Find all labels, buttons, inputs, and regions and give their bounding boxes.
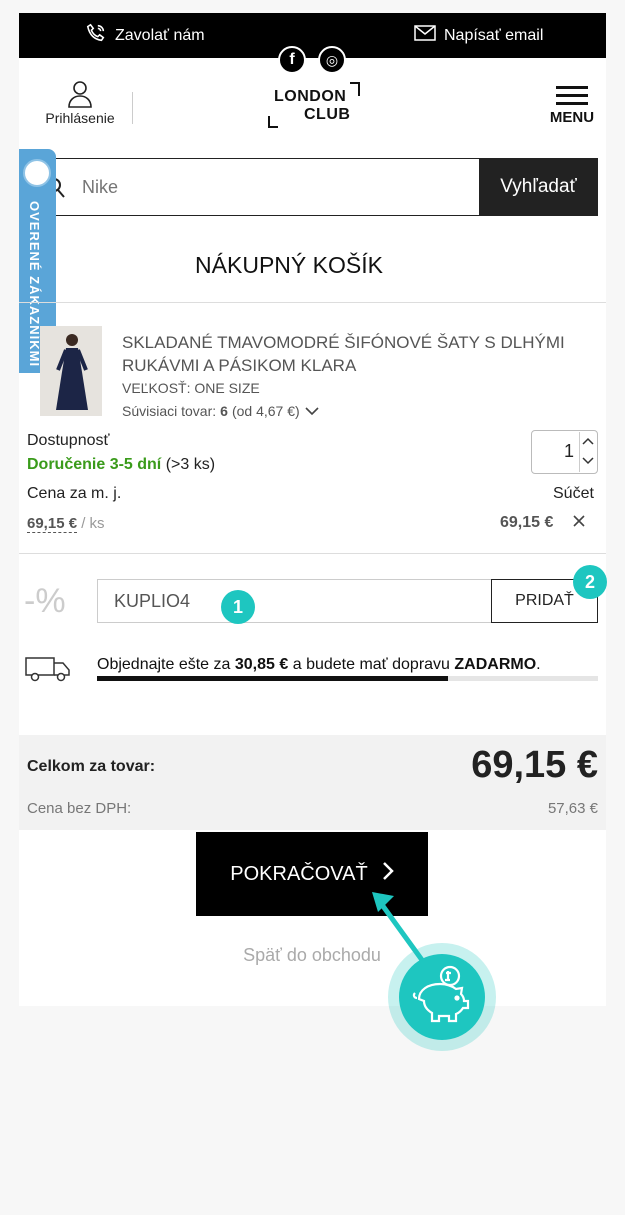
product-thumbnail[interactable] (40, 326, 102, 416)
shipping-middle: a budete mať dopravu (292, 656, 450, 673)
savings-badge[interactable] (388, 943, 496, 1051)
quantity-stepper: 1 (531, 430, 598, 474)
continue-label: POKRAČOVAŤ (230, 862, 368, 885)
related-prefix: Súvisiaci tovar: (122, 403, 217, 419)
shipping-progress-fill (97, 676, 448, 681)
call-link[interactable]: Zavolať nám (85, 13, 205, 58)
coupon-input[interactable]: KUPLIO4 (97, 579, 492, 623)
delivery-time: Doručenie 3-5 dní (27, 456, 162, 473)
shipping-prefix: Objednajte ešte za (97, 656, 231, 673)
login-link[interactable]: Prihlásenie (42, 80, 118, 126)
email-label: Napísať email (444, 26, 544, 44)
logo-corner-bottom (268, 116, 278, 128)
search-button[interactable]: Vyhľadať (479, 158, 598, 216)
item-divider (19, 553, 606, 554)
verified-badge-icon (23, 159, 51, 187)
top-bar: Zavolať nám Napísať email (19, 13, 606, 58)
logo-line2: CLUB (304, 106, 351, 123)
email-link[interactable]: Napísať email (414, 13, 543, 58)
item-total: 69,15 € (500, 514, 554, 531)
search-box (47, 158, 479, 216)
logo-line1: LONDON (274, 88, 347, 105)
shipping-free: ZADARMO (454, 656, 537, 673)
unit-price-value: 69,15 € (27, 515, 78, 533)
envelope-icon (414, 25, 436, 46)
unit-suffix: / ks (81, 515, 105, 532)
instagram-icon[interactable]: ◎ (318, 46, 346, 74)
availability-label: Dostupnosť (27, 432, 110, 449)
truck-icon (25, 656, 71, 687)
login-label: Prihlásenie (45, 110, 115, 126)
phone-icon (85, 22, 107, 49)
hamburger-icon (546, 86, 598, 105)
logo-corner-top (350, 82, 360, 96)
net-price-label: Cena bez DPH: (27, 800, 132, 817)
quantity-decrease-button[interactable] (581, 453, 595, 474)
product-name[interactable]: SKLADANÉ TMAVOMODRÉ ŠIFÓNOVÉ ŠATY S DLHÝ… (122, 331, 592, 377)
net-price-value: 57,63 € (547, 800, 598, 817)
user-icon (42, 80, 118, 108)
call-label: Zavolať nám (115, 26, 205, 44)
related-count: 6 (220, 403, 228, 419)
total-label: Celkom za tovar: (27, 758, 156, 775)
step-2-marker: 2 (573, 565, 607, 599)
unit-price: 69,15 € / ks (27, 515, 105, 533)
title-divider (19, 302, 606, 303)
page-title: NÁKUPNÝ KOŠÍK (195, 252, 383, 278)
header-divider (132, 92, 133, 124)
availability-value: Doručenie 3-5 dní (>3 ks) (27, 456, 215, 474)
menu-button[interactable]: MENU (546, 86, 598, 126)
logo[interactable]: LONDON CLUB (266, 80, 362, 130)
remove-item-icon[interactable] (572, 514, 586, 533)
menu-label: MENU (549, 109, 595, 126)
related-from: (od 4,67 €) (231, 403, 300, 419)
shipping-suffix: . (536, 656, 541, 673)
quantity-increase-button[interactable] (581, 433, 595, 454)
free-shipping-message: Objednajte ešte za 30,85 € a budete mať … (97, 656, 541, 674)
step-1-marker: 1 (221, 590, 255, 624)
search-input[interactable] (80, 175, 444, 199)
product-size: VEĽKOSŤ: ONE SIZE (122, 380, 260, 396)
sum-label: Súčet (553, 485, 594, 502)
shipping-amount: 30,85 € (234, 656, 289, 673)
facebook-icon[interactable]: f (278, 46, 306, 74)
quantity-value[interactable]: 1 (542, 441, 574, 462)
related-products-toggle[interactable]: Súvisiaci tovar: 6 (od 4,67 €) (122, 403, 320, 419)
dress-image (40, 326, 102, 416)
shipping-progress-bar (97, 676, 598, 681)
total-value: 69,15 € (471, 744, 598, 786)
piggy-bank-icon (399, 954, 485, 1040)
unit-price-label: Cena za m. j. (27, 485, 122, 502)
chevron-down-icon (304, 403, 320, 419)
stock-count: (>3 ks) (165, 456, 216, 473)
discount-percent-icon: -% (24, 582, 66, 620)
